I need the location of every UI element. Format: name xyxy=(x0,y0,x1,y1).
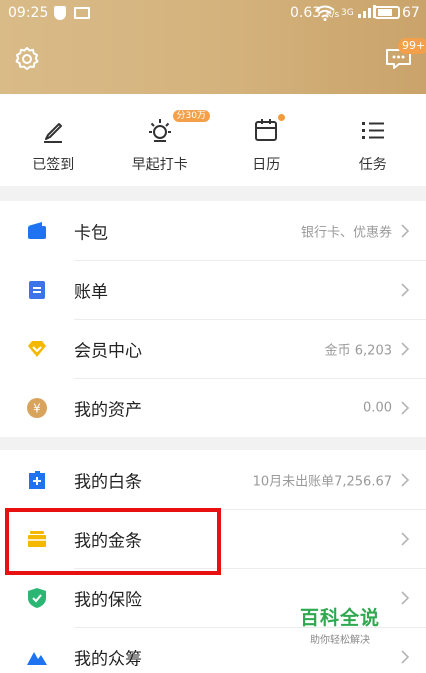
bill-icon xyxy=(29,280,45,299)
menu-item-value: 银行卡、优惠券 xyxy=(300,225,392,240)
yuan-coin-icon: ¥ xyxy=(27,397,47,418)
menu-item-title: 我的资产 xyxy=(74,400,142,420)
menu-item-assets[interactable]: ¥ 我的资产 0.00 xyxy=(0,378,426,437)
menu-item-title: 账单 xyxy=(74,282,108,302)
status-bar: 09:25 0.63 K/s 3G 67 xyxy=(0,0,426,27)
gear-icon[interactable] xyxy=(14,46,40,72)
battery-level: 67 xyxy=(402,5,420,21)
menu-item-card-wallet[interactable]: 卡包 银行卡、优惠券 xyxy=(0,201,426,260)
watermark-subtitle: 助你轻松解决 xyxy=(310,635,370,646)
pen-icon xyxy=(44,123,63,143)
menu-item-title: 会员中心 xyxy=(74,341,142,361)
menu-item-title: 我的众筹 xyxy=(74,649,142,669)
chevron-right-icon xyxy=(401,282,410,297)
chevron-right-icon xyxy=(401,341,410,356)
header-bar: 09:25 0.63 K/s 3G 67 99+ xyxy=(0,0,426,94)
signal-icon: 3G xyxy=(341,4,377,18)
watermark-title: 百科全说 xyxy=(300,607,381,629)
svg-text:¥: ¥ xyxy=(33,401,41,415)
diamond-icon xyxy=(28,340,46,357)
chevron-right-icon xyxy=(401,590,410,605)
menu-group-account: 卡包 银行卡、优惠券 账单 会员中心 金币 6,203 ¥ 我的资产 0.00 xyxy=(0,201,426,437)
shield-icon xyxy=(28,587,46,608)
shield-notification-icon xyxy=(54,6,66,20)
menu-item-title: 卡包 xyxy=(74,223,108,243)
list-icon xyxy=(361,122,384,139)
battery-icon xyxy=(374,6,400,19)
calendar-notification-dot xyxy=(277,114,285,121)
quick-action-label: 早起打卡 xyxy=(131,157,188,173)
quick-action-early-checkin[interactable]: 分30万 早起打卡 xyxy=(107,94,214,186)
menu-item-baitiao[interactable]: 我的白条 10月未出账单7,256.67 xyxy=(0,450,426,509)
calendar-icon xyxy=(255,119,278,141)
menu-item-member-center[interactable]: 会员中心 金币 6,203 xyxy=(0,319,426,378)
baitiao-icon xyxy=(29,470,45,489)
card-wallet-icon xyxy=(28,221,46,239)
menu-item-bill[interactable]: 账单 xyxy=(0,260,426,319)
mountain-icon xyxy=(27,651,47,665)
quick-action-tasks[interactable]: 任务 xyxy=(320,94,426,186)
menu-item-value: 10月未出账单7,256.67 xyxy=(252,474,392,489)
chevron-right-icon xyxy=(401,400,410,415)
quick-action-label: 日历 xyxy=(252,157,281,173)
chevron-right-icon xyxy=(401,649,410,664)
menu-item-title: 我的保险 xyxy=(74,590,142,610)
wifi-icon xyxy=(315,5,335,21)
quick-action-label: 任务 xyxy=(358,157,387,173)
highlight-box xyxy=(5,508,221,575)
sun-icon xyxy=(148,119,171,142)
chevron-right-icon xyxy=(401,223,410,238)
menu-item-title: 我的白条 xyxy=(74,472,142,492)
message-notification-icon xyxy=(74,7,90,19)
message-badge: 99+ xyxy=(398,38,426,54)
quick-action-calendar[interactable]: 日历 xyxy=(213,94,320,186)
quick-action-signin[interactable]: 已签到 xyxy=(0,94,107,186)
menu-item-value: 0.00 xyxy=(363,400,392,415)
watermark: 百科全说 助你轻松解决 xyxy=(300,603,380,646)
quick-action-label: 已签到 xyxy=(32,157,75,173)
early-checkin-badge: 分30万 xyxy=(172,110,210,122)
status-time: 09:25 xyxy=(8,5,49,21)
chevron-right-icon xyxy=(401,472,410,487)
chevron-right-icon xyxy=(401,531,410,546)
quick-actions: 已签到 分30万 早起打卡 日历 任务 xyxy=(0,94,426,186)
menu-item-value: 金币 6,203 xyxy=(324,343,392,358)
